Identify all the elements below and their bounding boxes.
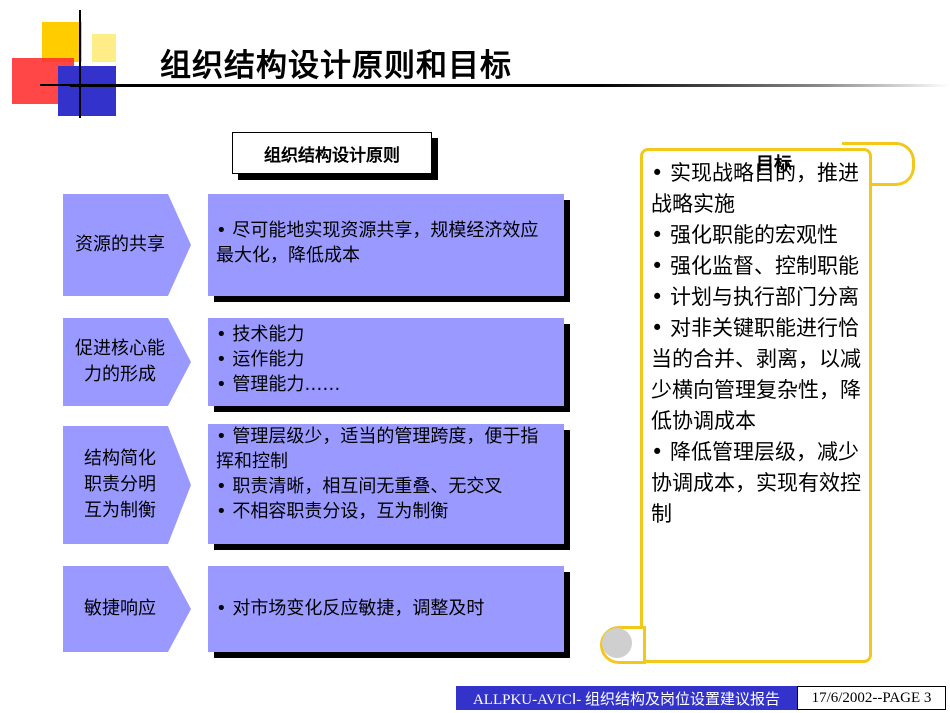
principle-item: • 尽可能地实现资源共享，规模经济效应最大化，降低成本 bbox=[216, 220, 539, 266]
principle-content-agile-response: • 对市场变化反应敏捷，调整及时 bbox=[208, 566, 564, 652]
principle-item: • 职责清晰，相互间无重叠、无交叉 bbox=[216, 476, 503, 497]
goals-list: • 实现战略目的，推进战略实施 • 强化职能的宏观性 • 强化监督、控制职能 •… bbox=[651, 158, 865, 530]
principle-content-resource-sharing: • 尽可能地实现资源共享，规模经济效应最大化，降低成本 bbox=[208, 194, 564, 296]
principle-label-structure-simplification: 结构简化 职责分明 互为制衡 bbox=[63, 426, 191, 544]
label-line: 职责分明 bbox=[84, 474, 156, 495]
page-title: 组织结构设计原则和目标 bbox=[160, 48, 512, 84]
principle-item: • 运作能力 bbox=[216, 349, 305, 370]
principle-content-core-capability: • 技术能力 • 运作能力 • 管理能力…… bbox=[208, 318, 564, 406]
goal-item: • 降低管理层级，减少协调成本，实现有效控制 bbox=[651, 440, 861, 526]
principle-label-text: 结构简化 职责分明 互为制衡 bbox=[84, 446, 156, 524]
goal-item: • 强化职能的宏观性 bbox=[651, 223, 839, 247]
principle-label-text: 促进核心能 力的形成 bbox=[75, 336, 165, 388]
logo-yellow-square-2 bbox=[92, 34, 116, 62]
goal-item: • 计划与执行部门分离 bbox=[651, 285, 860, 309]
footer-page-number: 17/6/2002--PAGE 3 bbox=[797, 686, 946, 710]
label-line: 力的形成 bbox=[84, 364, 156, 385]
footer: ALLPKU-AVICⅠ- 组织结构及岗位设置建议报告 17/6/2002--P… bbox=[456, 686, 946, 710]
scroll-curl-shadow bbox=[602, 628, 632, 658]
logo-blue-square bbox=[58, 66, 116, 116]
principle-content-structure-simplification: • 管理层级少，适当的管理跨度，便于指挥和控制 • 职责清晰，相互间无重叠、无交… bbox=[208, 424, 564, 544]
logo-vertical-line bbox=[79, 10, 81, 118]
label-line: 促进核心能 bbox=[75, 338, 165, 359]
title-underline bbox=[70, 84, 950, 87]
principle-item: • 管理能力…… bbox=[216, 374, 341, 395]
label-line: 互为制衡 bbox=[84, 500, 156, 521]
footer-report-title: ALLPKU-AVICⅠ- 组织结构及岗位设置建议报告 bbox=[456, 686, 797, 710]
principle-item: • 不相容职责分设，互为制衡 bbox=[216, 501, 449, 522]
principle-label-agile-response: 敏捷响应 bbox=[63, 566, 191, 652]
goal-item: • 实现战略目的，推进战略实施 bbox=[651, 161, 860, 216]
logo-horizontal-line bbox=[40, 84, 70, 86]
principle-item: • 对市场变化反应敏捷，调整及时 bbox=[216, 598, 485, 619]
logo-yellow-square bbox=[42, 22, 82, 62]
goal-item: • 对非关键职能进行恰当的合并、剥离，以减少横向管理复杂性，降低协调成本 bbox=[651, 316, 861, 433]
goal-item: • 强化监督、控制职能 bbox=[651, 254, 860, 278]
label-line: 结构简化 bbox=[84, 448, 156, 469]
principles-header: 组织结构设计原则 bbox=[232, 132, 432, 174]
principle-item: • 管理层级少，适当的管理跨度，便于指挥和控制 bbox=[216, 426, 539, 472]
principle-label-resource-sharing: 资源的共享 bbox=[63, 194, 191, 296]
principle-label-text: 资源的共享 bbox=[75, 234, 165, 255]
principle-label-text: 敏捷响应 bbox=[84, 598, 156, 619]
principle-item: • 技术能力 bbox=[216, 324, 305, 345]
principle-label-core-capability: 促进核心能 力的形成 bbox=[63, 318, 191, 406]
